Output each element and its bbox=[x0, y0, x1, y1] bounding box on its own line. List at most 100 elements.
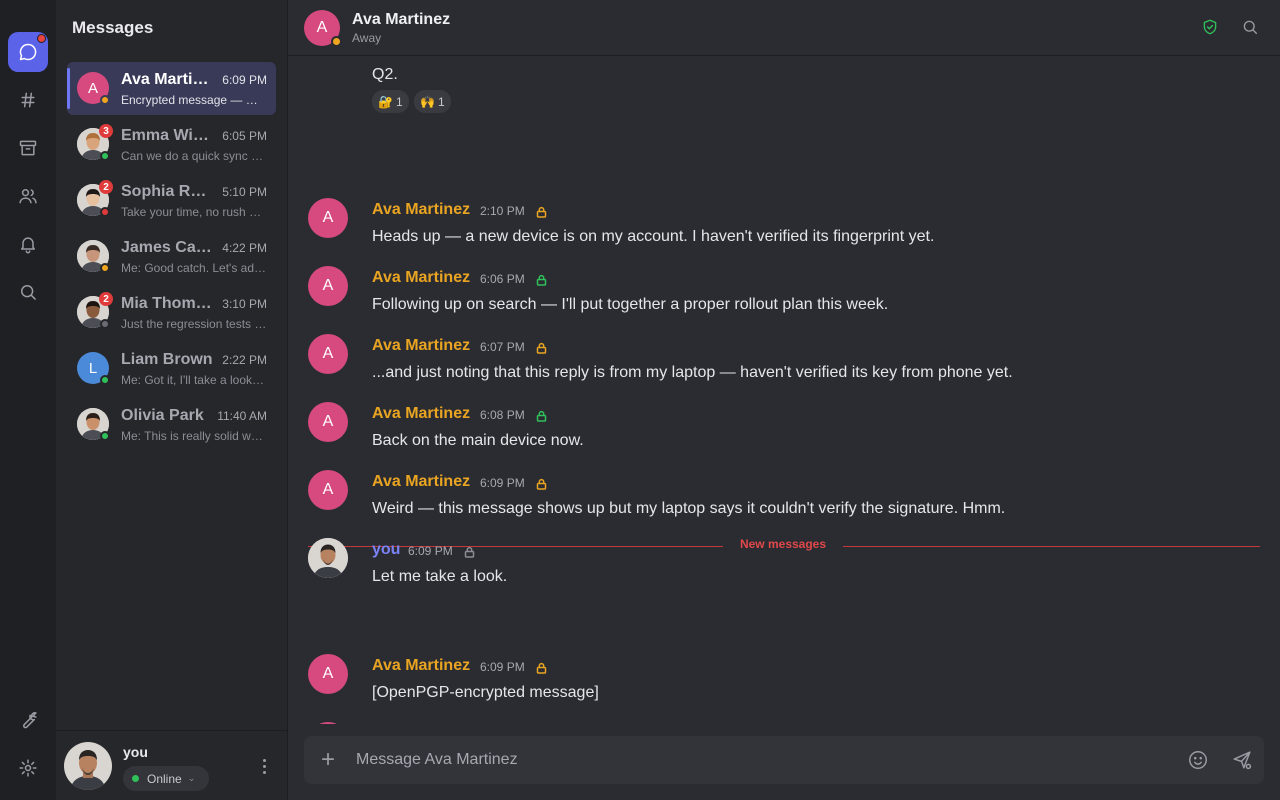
message-text: Back on the main device now. bbox=[372, 432, 584, 449]
message-text: Heads up — a new device is on my account… bbox=[372, 228, 935, 245]
contacts-icon[interactable] bbox=[8, 176, 48, 216]
lock-icon[interactable] bbox=[464, 545, 475, 558]
conversation-name: Emma Wilson bbox=[121, 127, 213, 144]
notification-dot bbox=[37, 34, 46, 43]
icon-rail bbox=[0, 0, 56, 800]
wrench-icon[interactable] bbox=[8, 700, 48, 740]
unverified-lock-icon[interactable] bbox=[536, 205, 547, 218]
message-time: 6:09 PM bbox=[408, 544, 453, 558]
message-text: Q2. bbox=[372, 66, 398, 83]
message-text: Following up on search — I'll put togeth… bbox=[372, 296, 889, 313]
conversation-item[interactable]: 2 Mia Thompson 3:10 PM Just the regression … bbox=[67, 286, 276, 339]
conversation-item[interactable]: L Liam Brown 2:22 PM Me: Got it, I'll take … bbox=[67, 342, 276, 395]
emoji-icon[interactable] bbox=[1186, 748, 1210, 772]
conversation-item[interactable]: James Carter 4:22 PM Me: Good catch. Let's… bbox=[67, 230, 276, 283]
avatar[interactable]: A bbox=[308, 198, 348, 238]
conversation-preview: Encrypted message — OMEMO not supported bbox=[121, 93, 267, 107]
message-input[interactable] bbox=[356, 736, 1176, 784]
verified-lock-icon[interactable] bbox=[536, 273, 547, 286]
avatar[interactable]: A bbox=[308, 470, 348, 510]
unverified-lock-icon[interactable] bbox=[536, 661, 547, 674]
conversation-preview: Just the regression tests left to run bbox=[121, 317, 267, 331]
away-status-dot bbox=[331, 36, 342, 47]
message-text: Weird — this message shows up but my lap… bbox=[372, 500, 1006, 517]
sender-name[interactable]: Ava Martinez bbox=[372, 473, 470, 491]
sidebar-title: Messages bbox=[72, 18, 154, 37]
sender-name[interactable]: Ava Martinez bbox=[372, 657, 470, 675]
gear-icon[interactable] bbox=[8, 748, 48, 788]
conversation-preview: Me: Got it, I'll take a look tonight bbox=[121, 373, 267, 387]
reaction-chip[interactable]: 🔐 1 bbox=[372, 90, 409, 113]
presence-dot bbox=[100, 95, 110, 105]
conversation-item[interactable]: 2 Sophia Rodriguez 5:10 PM Take your time, … bbox=[67, 174, 276, 227]
reaction-count: 1 bbox=[395, 94, 403, 109]
presence-dot bbox=[100, 319, 110, 329]
more-options-icon[interactable] bbox=[255, 753, 273, 779]
status-label: Online bbox=[147, 771, 182, 786]
message-composer: + bbox=[304, 736, 1264, 784]
add-attachment-button[interactable]: + bbox=[316, 748, 340, 772]
conversation-item[interactable]: 3 Emma Wilson 6:05 PM Can we do a quick syn… bbox=[67, 118, 276, 171]
archive-icon[interactable] bbox=[8, 128, 48, 168]
contact-name[interactable]: Ava Martinez bbox=[352, 11, 450, 29]
conversation-time: 5:10 PM bbox=[222, 185, 267, 199]
avatar[interactable]: A bbox=[308, 266, 348, 306]
reaction-chip[interactable]: 🙌 1 bbox=[414, 90, 451, 113]
bell-icon[interactable] bbox=[8, 224, 48, 264]
conversation-time: 3:10 PM bbox=[222, 297, 267, 311]
shield-check-icon[interactable] bbox=[1200, 17, 1220, 37]
presence-dot bbox=[100, 375, 110, 385]
reaction-emoji: 🙌 bbox=[420, 94, 435, 109]
chat-header: A Ava Martinez Away bbox=[288, 0, 1280, 56]
search-icon[interactable] bbox=[8, 272, 48, 312]
hashtag-icon[interactable] bbox=[8, 80, 48, 120]
avatar[interactable]: A bbox=[308, 654, 348, 694]
unverified-lock-icon[interactable] bbox=[536, 477, 547, 490]
sender-name[interactable]: Ava Martinez bbox=[372, 337, 470, 355]
conversation-item[interactable]: A Ava Martinez 6:09 PM Encrypted message — … bbox=[67, 62, 276, 115]
sender-name[interactable]: Ava Martinez bbox=[372, 201, 470, 219]
sender-name[interactable]: Ava Martinez bbox=[372, 269, 470, 287]
message-time: 6:09 PM bbox=[480, 660, 525, 674]
message-text: ...and just noting that this reply is fr… bbox=[372, 364, 1013, 381]
presence-dot bbox=[100, 151, 110, 161]
conversation-sidebar: Messages A Ava Martinez 6:09 PM Encrypted m… bbox=[56, 0, 288, 800]
conversation-preview: Me: This is really solid work bbox=[121, 429, 267, 443]
sender-name[interactable]: Ava Martinez bbox=[372, 405, 470, 423]
message-time: 2:10 PM bbox=[480, 204, 525, 218]
conversation-name: Olivia Park bbox=[121, 407, 204, 424]
unread-badge: 2 bbox=[99, 292, 113, 306]
conversation-preview: Me: Good catch. Let's add a test for tha… bbox=[121, 261, 267, 275]
avatar[interactable] bbox=[64, 742, 112, 790]
message-text: [OpenPGP-encrypted message] bbox=[372, 684, 599, 701]
status-dropdown[interactable]: Online ⌄ bbox=[123, 766, 209, 791]
avatar[interactable]: A bbox=[308, 402, 348, 442]
reaction-count: 1 bbox=[437, 94, 445, 109]
conversation-preview: Take your time, no rush on the review bbox=[121, 205, 267, 219]
presence-dot bbox=[100, 207, 110, 217]
chat-bubble-icon[interactable] bbox=[8, 32, 48, 72]
avatar[interactable]: A bbox=[308, 334, 348, 374]
conversation-time: 6:09 PM bbox=[222, 73, 267, 87]
new-messages-label: New messages bbox=[723, 537, 843, 551]
chevron-down-icon: ⌄ bbox=[187, 773, 196, 783]
sender-name[interactable]: you bbox=[372, 541, 400, 559]
conversation-time: 2:22 PM bbox=[222, 353, 267, 367]
message-time: 6:08 PM bbox=[480, 408, 525, 422]
current-user-bar: you Online ⌄ bbox=[56, 730, 287, 800]
avatar[interactable]: A bbox=[308, 722, 348, 724]
search-icon[interactable] bbox=[1240, 17, 1260, 37]
avatar[interactable] bbox=[308, 538, 348, 578]
message-time: 6:09 PM bbox=[480, 476, 525, 490]
conversation-name: Sophia Rodriguez bbox=[121, 183, 213, 200]
unread-badge: 2 bbox=[99, 180, 113, 194]
message-time: 6:07 PM bbox=[480, 340, 525, 354]
unverified-lock-icon[interactable] bbox=[536, 341, 547, 354]
conversation-name: Liam Brown bbox=[121, 351, 213, 368]
message-text: Let me take a look. bbox=[372, 568, 508, 585]
presence-dot bbox=[100, 431, 110, 441]
verified-lock-icon[interactable] bbox=[536, 409, 547, 422]
conversation-item[interactable]: Olivia Park 11:40 AM Me: This is really so… bbox=[67, 398, 276, 451]
online-status-dot bbox=[132, 775, 139, 782]
send-encrypted-icon[interactable] bbox=[1230, 748, 1254, 772]
